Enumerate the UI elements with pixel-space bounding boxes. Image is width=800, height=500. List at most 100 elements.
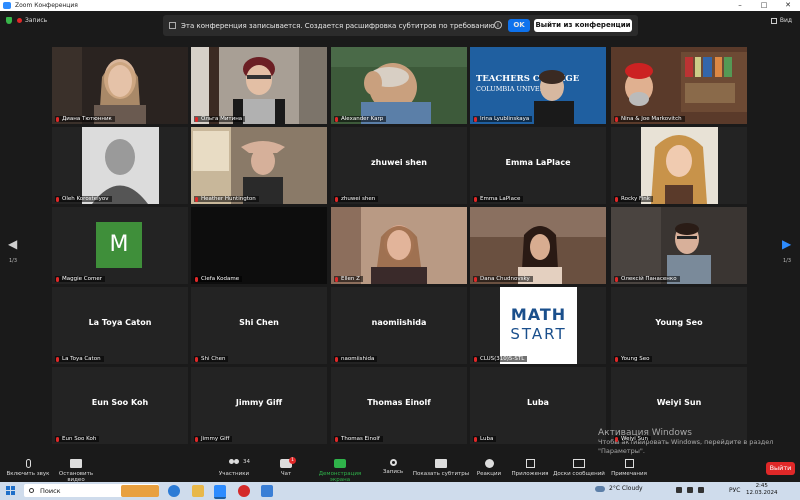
participant-name-label: Young Seo — [614, 356, 653, 362]
video-tile[interactable]: Thomas Einolf Thomas Einolf — [331, 367, 467, 444]
maximize-icon[interactable]: □ — [752, 0, 776, 11]
muted-mic-icon — [195, 196, 198, 202]
share-screen-button[interactable]: Демонстрация экрана — [308, 459, 372, 483]
notes-button[interactable]: Примечания — [609, 459, 649, 477]
participant-display-name: Thomas Einolf — [367, 398, 431, 407]
video-tile[interactable]: Shi Chen Shi Chen — [191, 287, 327, 364]
muted-mic-icon — [615, 116, 618, 122]
watermark-line2: Чтобы активировать Windows, перейдите в … — [598, 438, 774, 446]
video-tile[interactable]: Oleh Korostelyov — [52, 127, 188, 204]
video-tile[interactable]: naomiishida naomiishida — [331, 287, 467, 364]
leave-meeting-button[interactable]: Выйти из конференции — [534, 19, 632, 32]
participants-button[interactable]: 34 Участники — [214, 459, 254, 477]
video-tile-active-speaker[interactable]: Alexander Karp — [331, 47, 467, 124]
windows-start-icon[interactable] — [6, 486, 16, 496]
captions-button[interactable]: Показать субтитры — [412, 459, 470, 477]
logo-line2: START — [510, 325, 567, 343]
close-icon[interactable]: ✕ — [776, 0, 800, 11]
taskbar-clock[interactable]: 2:45 12.03.2024 — [746, 483, 778, 497]
participant-name-label: Heather Huntington — [194, 196, 259, 202]
participant-name-label: Eun Soo Koh — [55, 436, 100, 442]
video-tile[interactable]: Young Seo Young Seo — [611, 287, 747, 364]
video-tile[interactable]: Олексій Панасенко — [611, 207, 747, 284]
video-tile[interactable]: Ellen Z — [331, 207, 467, 284]
muted-mic-icon — [195, 436, 198, 442]
video-tile[interactable]: La Toya Caton La Toya Caton — [52, 287, 188, 364]
network-icon[interactable] — [687, 487, 693, 493]
next-page-icon[interactable]: ▶ — [782, 237, 791, 251]
language-indicator[interactable]: РУС — [729, 487, 740, 494]
participant-name-label: CLUS(310)5-STL — [473, 356, 528, 362]
zoom-logo-icon — [3, 2, 11, 9]
muted-mic-icon — [474, 116, 477, 122]
prev-page-icon[interactable]: ◀ — [8, 237, 17, 251]
photos-app-icon[interactable] — [261, 485, 273, 497]
opera-browser-icon[interactable] — [238, 485, 250, 497]
tray-chevron-icon[interactable] — [676, 487, 682, 493]
muted-mic-icon — [615, 356, 618, 362]
participant-video — [331, 207, 467, 284]
volume-icon[interactable] — [698, 487, 704, 493]
record-icon — [389, 459, 397, 466]
reactions-button[interactable]: Реакции — [474, 459, 504, 477]
avatar: M — [96, 222, 142, 268]
whiteboard-icon — [573, 459, 585, 468]
record-button[interactable]: Запись — [378, 459, 408, 475]
participant-name-label: Ольга Митина — [194, 116, 246, 122]
participant-display-name: Emma LaPlace — [505, 158, 571, 167]
video-tile[interactable]: Luba Luba — [470, 367, 606, 444]
muted-mic-icon — [474, 276, 477, 282]
muted-mic-icon — [615, 196, 618, 202]
microphone-icon — [25, 459, 31, 468]
video-tile[interactable]: TEACHERS COLLEGE COLUMBIA UNIVERSITY Iri… — [470, 47, 606, 124]
video-tile[interactable]: zhuwei shen zhuwei shen — [331, 127, 467, 204]
whiteboards-button[interactable]: Доски сообщений — [553, 459, 605, 477]
video-tile[interactable]: Nina & Joe Markovitch — [611, 47, 747, 124]
banner-message: Эта конференция записывается. Создается … — [181, 21, 497, 30]
muted-mic-icon — [56, 196, 59, 202]
clock-time: 2:45 — [755, 483, 768, 489]
video-tile[interactable]: Rocky Fink — [611, 127, 747, 204]
participant-name-label: Dana Chudnovsky — [473, 276, 533, 282]
window-title: Zoom Конференция — [15, 2, 78, 9]
view-button[interactable]: Вид — [770, 17, 792, 24]
video-tile[interactable]: Диана Тютюнник — [52, 47, 188, 124]
muted-mic-icon — [56, 356, 59, 362]
muted-mic-icon — [195, 116, 198, 122]
shield-icon[interactable] — [6, 17, 12, 24]
ok-button[interactable]: OK — [508, 19, 530, 32]
watermark-line3: "Параметры". — [598, 447, 645, 455]
minimize-icon[interactable]: – — [728, 0, 752, 11]
video-tile[interactable]: Ольга Митина — [191, 47, 327, 124]
participant-name-label: Rocky Fink — [614, 196, 653, 202]
muted-mic-icon — [474, 436, 477, 442]
participant-name-label: Emma LaPlace — [473, 196, 524, 202]
video-tile[interactable]: M Maggie Comer — [52, 207, 188, 284]
participant-video — [611, 47, 747, 124]
muted-mic-icon — [335, 116, 338, 122]
zoom-app-icon[interactable] — [214, 485, 226, 499]
apps-button[interactable]: Приложения — [509, 459, 551, 477]
video-tile[interactable]: Heather Huntington — [191, 127, 327, 204]
muted-mic-icon — [335, 276, 338, 282]
video-tile[interactable]: Dana Chudnovsky — [470, 207, 606, 284]
participant-display-name: Weiyi Sun — [656, 398, 702, 407]
cloud-icon — [595, 485, 605, 492]
video-tile[interactable]: Emma LaPlace Emma LaPlace — [470, 127, 606, 204]
leave-button[interactable]: Выйти — [766, 462, 795, 475]
search-placeholder: Поиск — [40, 486, 61, 495]
edge-browser-icon[interactable] — [168, 485, 180, 497]
chat-button[interactable]: 1 Чат — [270, 457, 302, 477]
video-tile[interactable]: Eun Soo Koh Eun Soo Koh — [52, 367, 188, 444]
video-tile[interactable]: MATH START CLUS(310)5-STL — [470, 287, 606, 364]
participant-name-label: naomiishida — [334, 356, 378, 362]
recording-indicator[interactable]: Запись — [6, 17, 47, 24]
info-icon[interactable]: i — [494, 21, 502, 29]
video-tile[interactable]: Jimmy Giff Jimmy Giff — [191, 367, 327, 444]
weather-widget[interactable]: 2°C Cloudy — [595, 485, 643, 492]
participant-name-label: Ellen Z — [334, 276, 363, 282]
file-explorer-icon[interactable] — [192, 485, 204, 497]
unmute-button[interactable]: Включить звук — [5, 459, 51, 477]
stop-video-button[interactable]: Остановить видео — [50, 459, 102, 483]
video-tile[interactable]: Clefa Kodame — [191, 207, 327, 284]
